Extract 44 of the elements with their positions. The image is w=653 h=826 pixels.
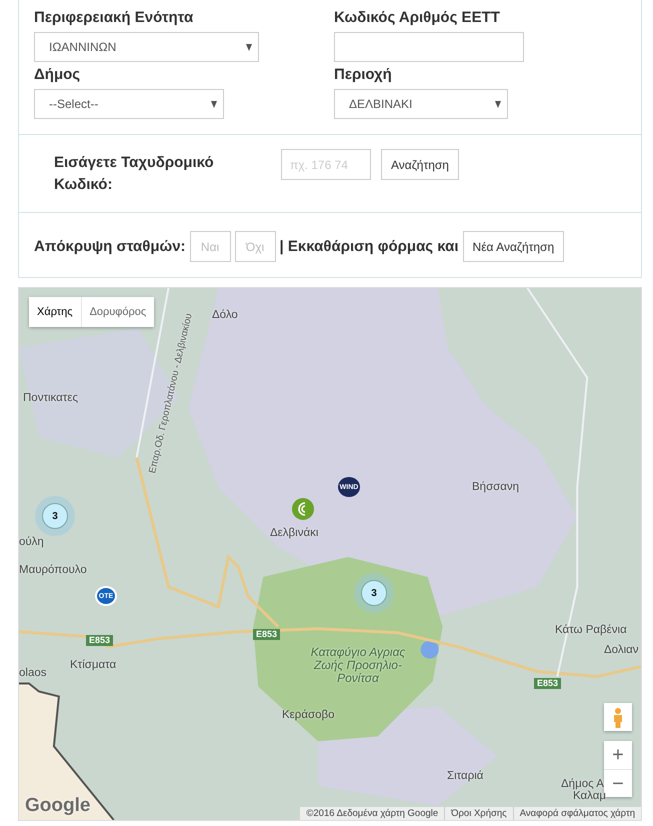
place-label: Ποντικατες xyxy=(23,392,78,404)
copyright-text: ©2016 Δεδομένα χάρτη Google xyxy=(305,807,440,820)
field-label: Περιφερειακή Ενότητα xyxy=(34,8,194,28)
input-field[interactable] xyxy=(334,32,524,62)
place-label: olaos xyxy=(19,667,46,679)
caret-icon xyxy=(495,100,501,108)
road-shield: E853 xyxy=(534,678,562,689)
dropdown[interactable]: --Select-- xyxy=(34,89,224,119)
road-shield: E853 xyxy=(86,635,114,646)
map-type-tab[interactable]: Δορυφόρος xyxy=(80,297,154,327)
new-search-button[interactable]: Νέα Αναζήτηση xyxy=(462,231,564,262)
place-label: ούλη xyxy=(19,536,44,548)
park-label: Καταφύγιο Αγριας Ζωής Προσηλιο-Ρονίτσα xyxy=(310,646,406,685)
field-label: Κωδικός Αριθμός ΕΕΤΤ xyxy=(334,8,501,28)
field-label: Δήμος xyxy=(34,65,82,85)
caret-icon xyxy=(246,44,252,50)
zoom-out-button[interactable]: − xyxy=(604,769,632,797)
place-label: Βήσσανη xyxy=(472,481,520,493)
map-link[interactable]: Όροι Χρήσης xyxy=(444,807,513,820)
pegman-icon[interactable] xyxy=(604,703,632,731)
place-label: Δελβινάκι xyxy=(270,527,318,539)
road-shield: E853 xyxy=(253,629,280,640)
signal-marker-icon[interactable] xyxy=(292,498,314,520)
place-label: Δολιαν xyxy=(604,644,639,656)
place-label: Κτίσματα xyxy=(70,659,116,671)
caret-icon xyxy=(211,100,217,108)
hide-stations-label: Απόκρυψη σταθμών: xyxy=(34,238,186,255)
place-label: Δόλο xyxy=(212,309,238,321)
place-label: Κάτω Ραβένια xyxy=(555,624,627,636)
place-label: Σιταριά xyxy=(447,770,484,782)
field-label: Περιοχή xyxy=(334,65,393,85)
google-logo: Google xyxy=(25,795,90,817)
place-label: Κεράσοβο xyxy=(282,709,334,721)
place-label: Καλαμ xyxy=(573,790,606,802)
map-link[interactable]: Αναφορά σφάλματος χάρτη xyxy=(512,807,641,820)
dropdown[interactable]: ΔΕΛΒΙΝΑΚΙ xyxy=(334,89,508,119)
search-button[interactable]: Αναζήτηση xyxy=(381,149,459,180)
clear-form-label: | Εκκαθάριση φόρμας και xyxy=(280,238,459,255)
zoom-in-button[interactable]: + xyxy=(604,741,632,769)
map-type-tab[interactable]: Χάρτης xyxy=(29,297,81,327)
place-label: Δήμος Α xyxy=(561,778,604,790)
place-label: Μαυρόπουλο xyxy=(19,564,87,576)
dropdown[interactable]: ΙΩΑΝΝΙΝΩΝ xyxy=(34,32,259,62)
postal-code-label: Εισάγετε Ταχυδρομικό Κωδικό: xyxy=(54,153,215,195)
